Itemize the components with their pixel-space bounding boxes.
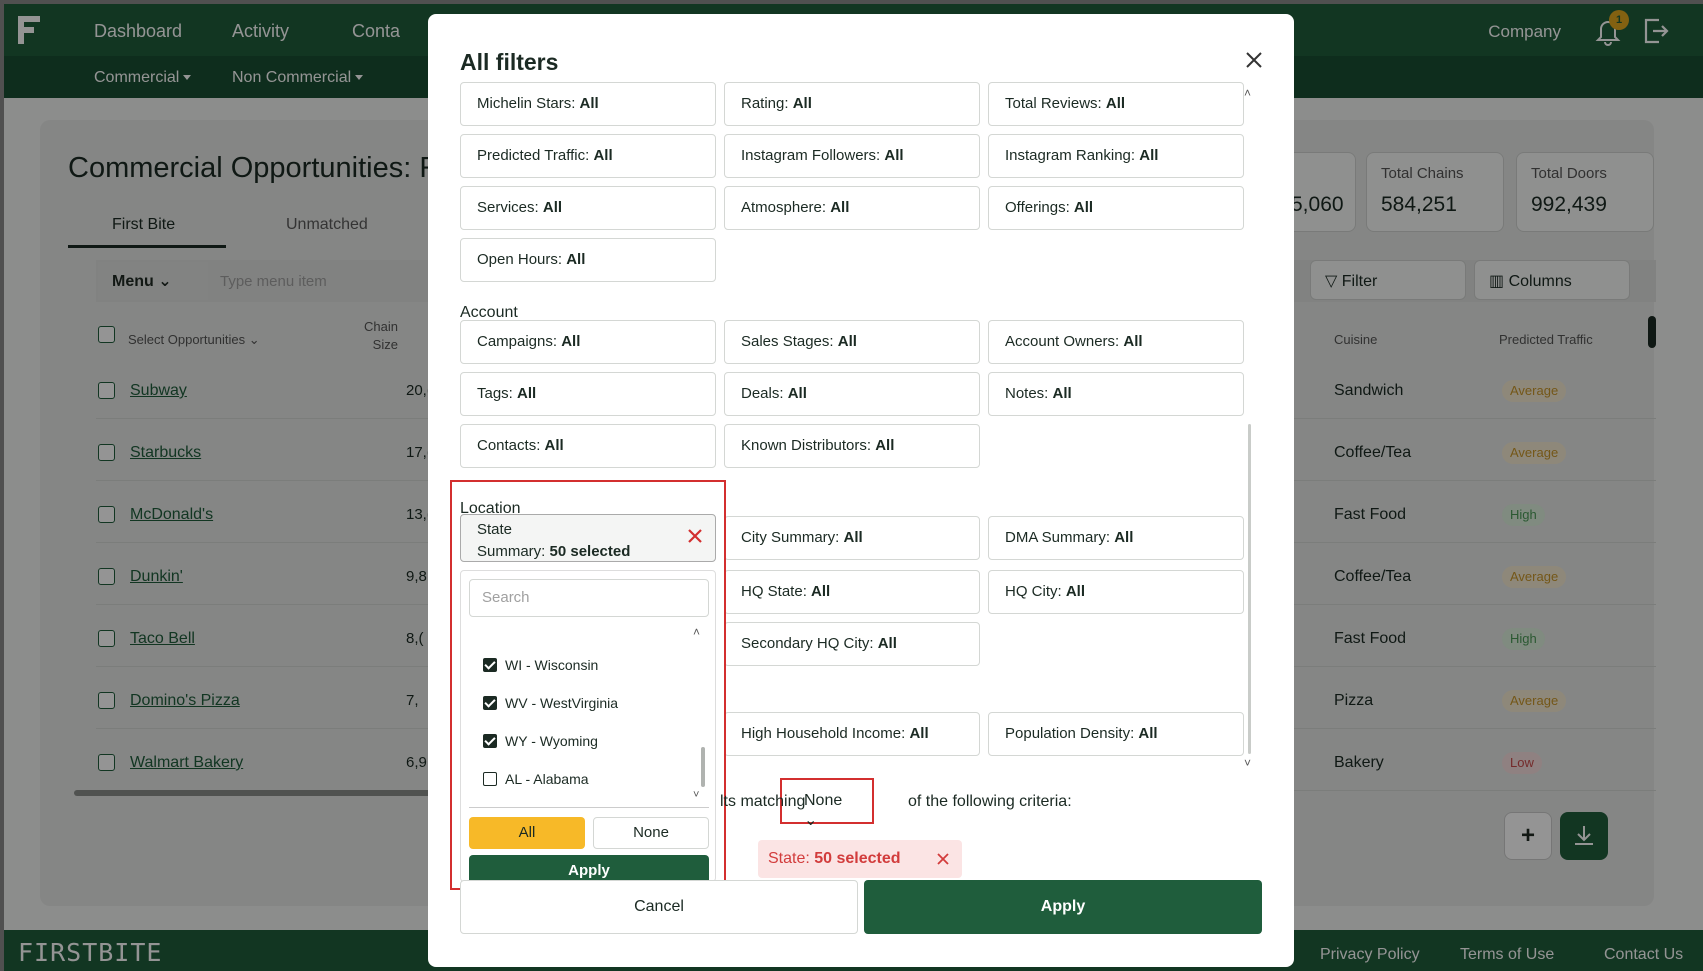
filter-account2-0[interactable]: Tags: All (460, 372, 716, 416)
filter-row4-0[interactable]: Open Hours: All (460, 238, 716, 282)
filter-location1-0[interactable]: City Summary: All (724, 516, 980, 560)
filter-row1-2[interactable]: Total Reviews: All (988, 82, 1244, 126)
account-section-label: Account (460, 304, 518, 321)
all-filters-modal: All filters Michelin Stars: All Rating: A… (428, 14, 1294, 967)
filter-location2-1[interactable]: HQ City: All (988, 570, 1244, 614)
filter-row1-0[interactable]: Michelin Stars: All (460, 82, 716, 126)
scroll-up-icon[interactable]: ˄ (1244, 86, 1251, 100)
apply-button[interactable]: Apply (864, 880, 1262, 934)
scroll-down-icon[interactable]: ˅ (1244, 756, 1251, 770)
filter-row2-2[interactable]: Instagram Ranking: All (988, 134, 1244, 178)
filter-row3-2[interactable]: Offerings: All (988, 186, 1244, 230)
filter-row2-1[interactable]: Instagram Followers: All (724, 134, 980, 178)
filter-location3-0[interactable]: Secondary HQ City: All (724, 622, 980, 666)
cancel-button[interactable]: Cancel (460, 880, 858, 934)
state-filter-chip[interactable]: State: 50 selected (758, 840, 962, 878)
filter-row3-0[interactable]: Services: All (460, 186, 716, 230)
remove-chip-icon[interactable] (936, 852, 950, 866)
filter-row1-1[interactable]: Rating: All (724, 82, 980, 126)
modal-scrollbar[interactable] (1248, 424, 1251, 754)
location-highlight-outline (450, 480, 726, 890)
filter-account3-1[interactable]: Known Distributors: All (724, 424, 980, 468)
filter-demo-1[interactable]: Population Density: All (988, 712, 1244, 756)
matching-suffix: of the following criteria: (908, 793, 1072, 810)
filter-location1-1[interactable]: DMA Summary: All (988, 516, 1244, 560)
filter-account1-0[interactable]: Campaigns: All (460, 320, 716, 364)
modal-title: All filters (460, 49, 559, 75)
filter-account3-0[interactable]: Contacts: All (460, 424, 716, 468)
filter-row3-1[interactable]: Atmosphere: All (724, 186, 980, 230)
filter-location2-0[interactable]: HQ State: All (724, 570, 980, 614)
filter-demo-0[interactable]: High Household Income: All (724, 712, 980, 756)
filter-account2-1[interactable]: Deals: All (724, 372, 980, 416)
chevron-down-icon: ⌄ (804, 812, 818, 829)
filter-account2-2[interactable]: Notes: All (988, 372, 1244, 416)
close-icon[interactable] (1244, 50, 1264, 70)
filter-row2-0[interactable]: Predicted Traffic: All (460, 134, 716, 178)
filter-account1-1[interactable]: Sales Stages: All (724, 320, 980, 364)
filter-account1-2[interactable]: Account Owners: All (988, 320, 1244, 364)
matching-select[interactable]: None ⌄ (788, 784, 868, 829)
